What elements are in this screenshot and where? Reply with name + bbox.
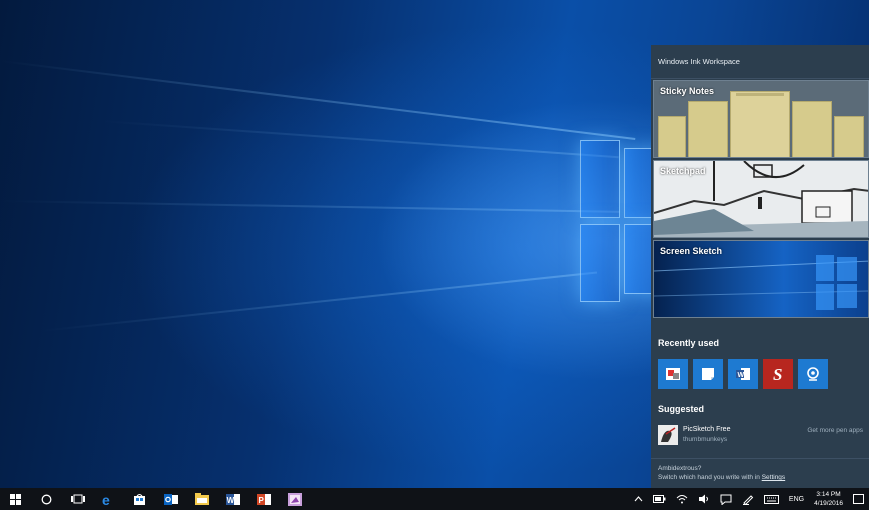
ambidextrous-text-body: Switch which hand you write with in [658,474,762,481]
recently-used-heading: Recently used [658,338,720,348]
screen-sketch-tile[interactable]: Screen Sketch [653,240,869,318]
cortana-icon[interactable] [31,488,62,510]
action-center-icon[interactable] [715,488,737,510]
touch-keyboard-icon[interactable] [759,488,784,510]
ambidextrous-question: Ambidextrous? [658,465,702,472]
settings-link[interactable]: Settings [762,474,786,481]
maps-app-icon[interactable] [798,359,828,389]
paint-icon[interactable] [279,488,310,510]
picsketch-app-icon [658,425,678,445]
svg-text:W: W [738,372,745,379]
ambidextrous-text: Switch which hand you write with in Sett… [658,474,869,481]
panel-title: Windows Ink Workspace [651,45,869,79]
notification-icon[interactable] [848,488,869,510]
pen-workspace-icon[interactable] [737,488,759,510]
sticky-note-graphic [792,101,832,157]
system-tray: ENG 3:14 PM 4/19/2016 [629,488,869,510]
volume-icon[interactable] [693,488,715,510]
sticky-note-graphic [688,101,728,157]
wifi-icon[interactable] [671,488,693,510]
suggested-app-item[interactable]: PicSketch Free thumbmunkeys Get more pen… [658,424,863,446]
suggested-app-name: PicSketch Free [683,426,731,433]
light-beam [0,200,620,213]
tile-label: Screen Sketch [660,246,723,256]
start-icon[interactable] [0,488,31,510]
svg-text:e: e [102,493,110,506]
clock-date: 4/19/2016 [814,500,843,507]
edge-icon[interactable]: e [93,488,124,510]
task-view-icon[interactable] [62,488,93,510]
sticky-note-graphic [834,116,864,157]
sticky-note-graphic [658,116,686,157]
word-icon[interactable]: W [217,488,248,510]
word-app-icon[interactable]: W [728,359,758,389]
file-explorer-icon[interactable] [186,488,217,510]
suggested-app-publisher: thumbmunkeys [683,436,728,443]
sticky-notes-app-icon[interactable] [693,359,723,389]
store-icon[interactable] [124,488,155,510]
light-beam [0,60,636,140]
battery-icon[interactable] [648,488,671,510]
sketchpad-tile[interactable]: Sketchpad [653,160,869,238]
outlook-icon[interactable] [155,488,186,510]
tile-label: Sticky Notes [660,86,715,96]
sketchable-app-icon[interactable]: S [763,359,793,389]
sticky-notes-tile[interactable]: Sticky Notes [653,80,869,158]
clock-time: 3:14 PM [816,491,841,498]
chevron-up-icon[interactable] [629,488,648,510]
svg-text:W: W [226,496,234,505]
clock[interactable]: 3:14 PM 4/19/2016 [809,490,848,508]
photos-app-icon[interactable] [658,359,688,389]
tile-label: Sketchpad [660,166,706,176]
light-beam [39,271,598,332]
recently-used-apps: W S [658,359,828,389]
sticky-note-graphic [730,91,790,157]
ink-workspace-panel: Windows Ink Workspace Sticky Notes Sketc… [651,45,869,488]
get-more-pen-apps-link[interactable]: Get more pen apps [807,427,863,434]
svg-text:S: S [773,365,782,383]
svg-text:P: P [258,496,264,505]
note-pins [736,93,784,96]
input-language[interactable]: ENG [784,488,809,510]
suggested-heading: Suggested [658,404,705,414]
powerpoint-icon[interactable]: P [248,488,279,510]
ambidextrous-tip: Ambidextrous? Switch which hand you writ… [651,458,869,488]
taskbar: e W P ENG 3:14 PM 4/19/2016 [0,488,869,510]
